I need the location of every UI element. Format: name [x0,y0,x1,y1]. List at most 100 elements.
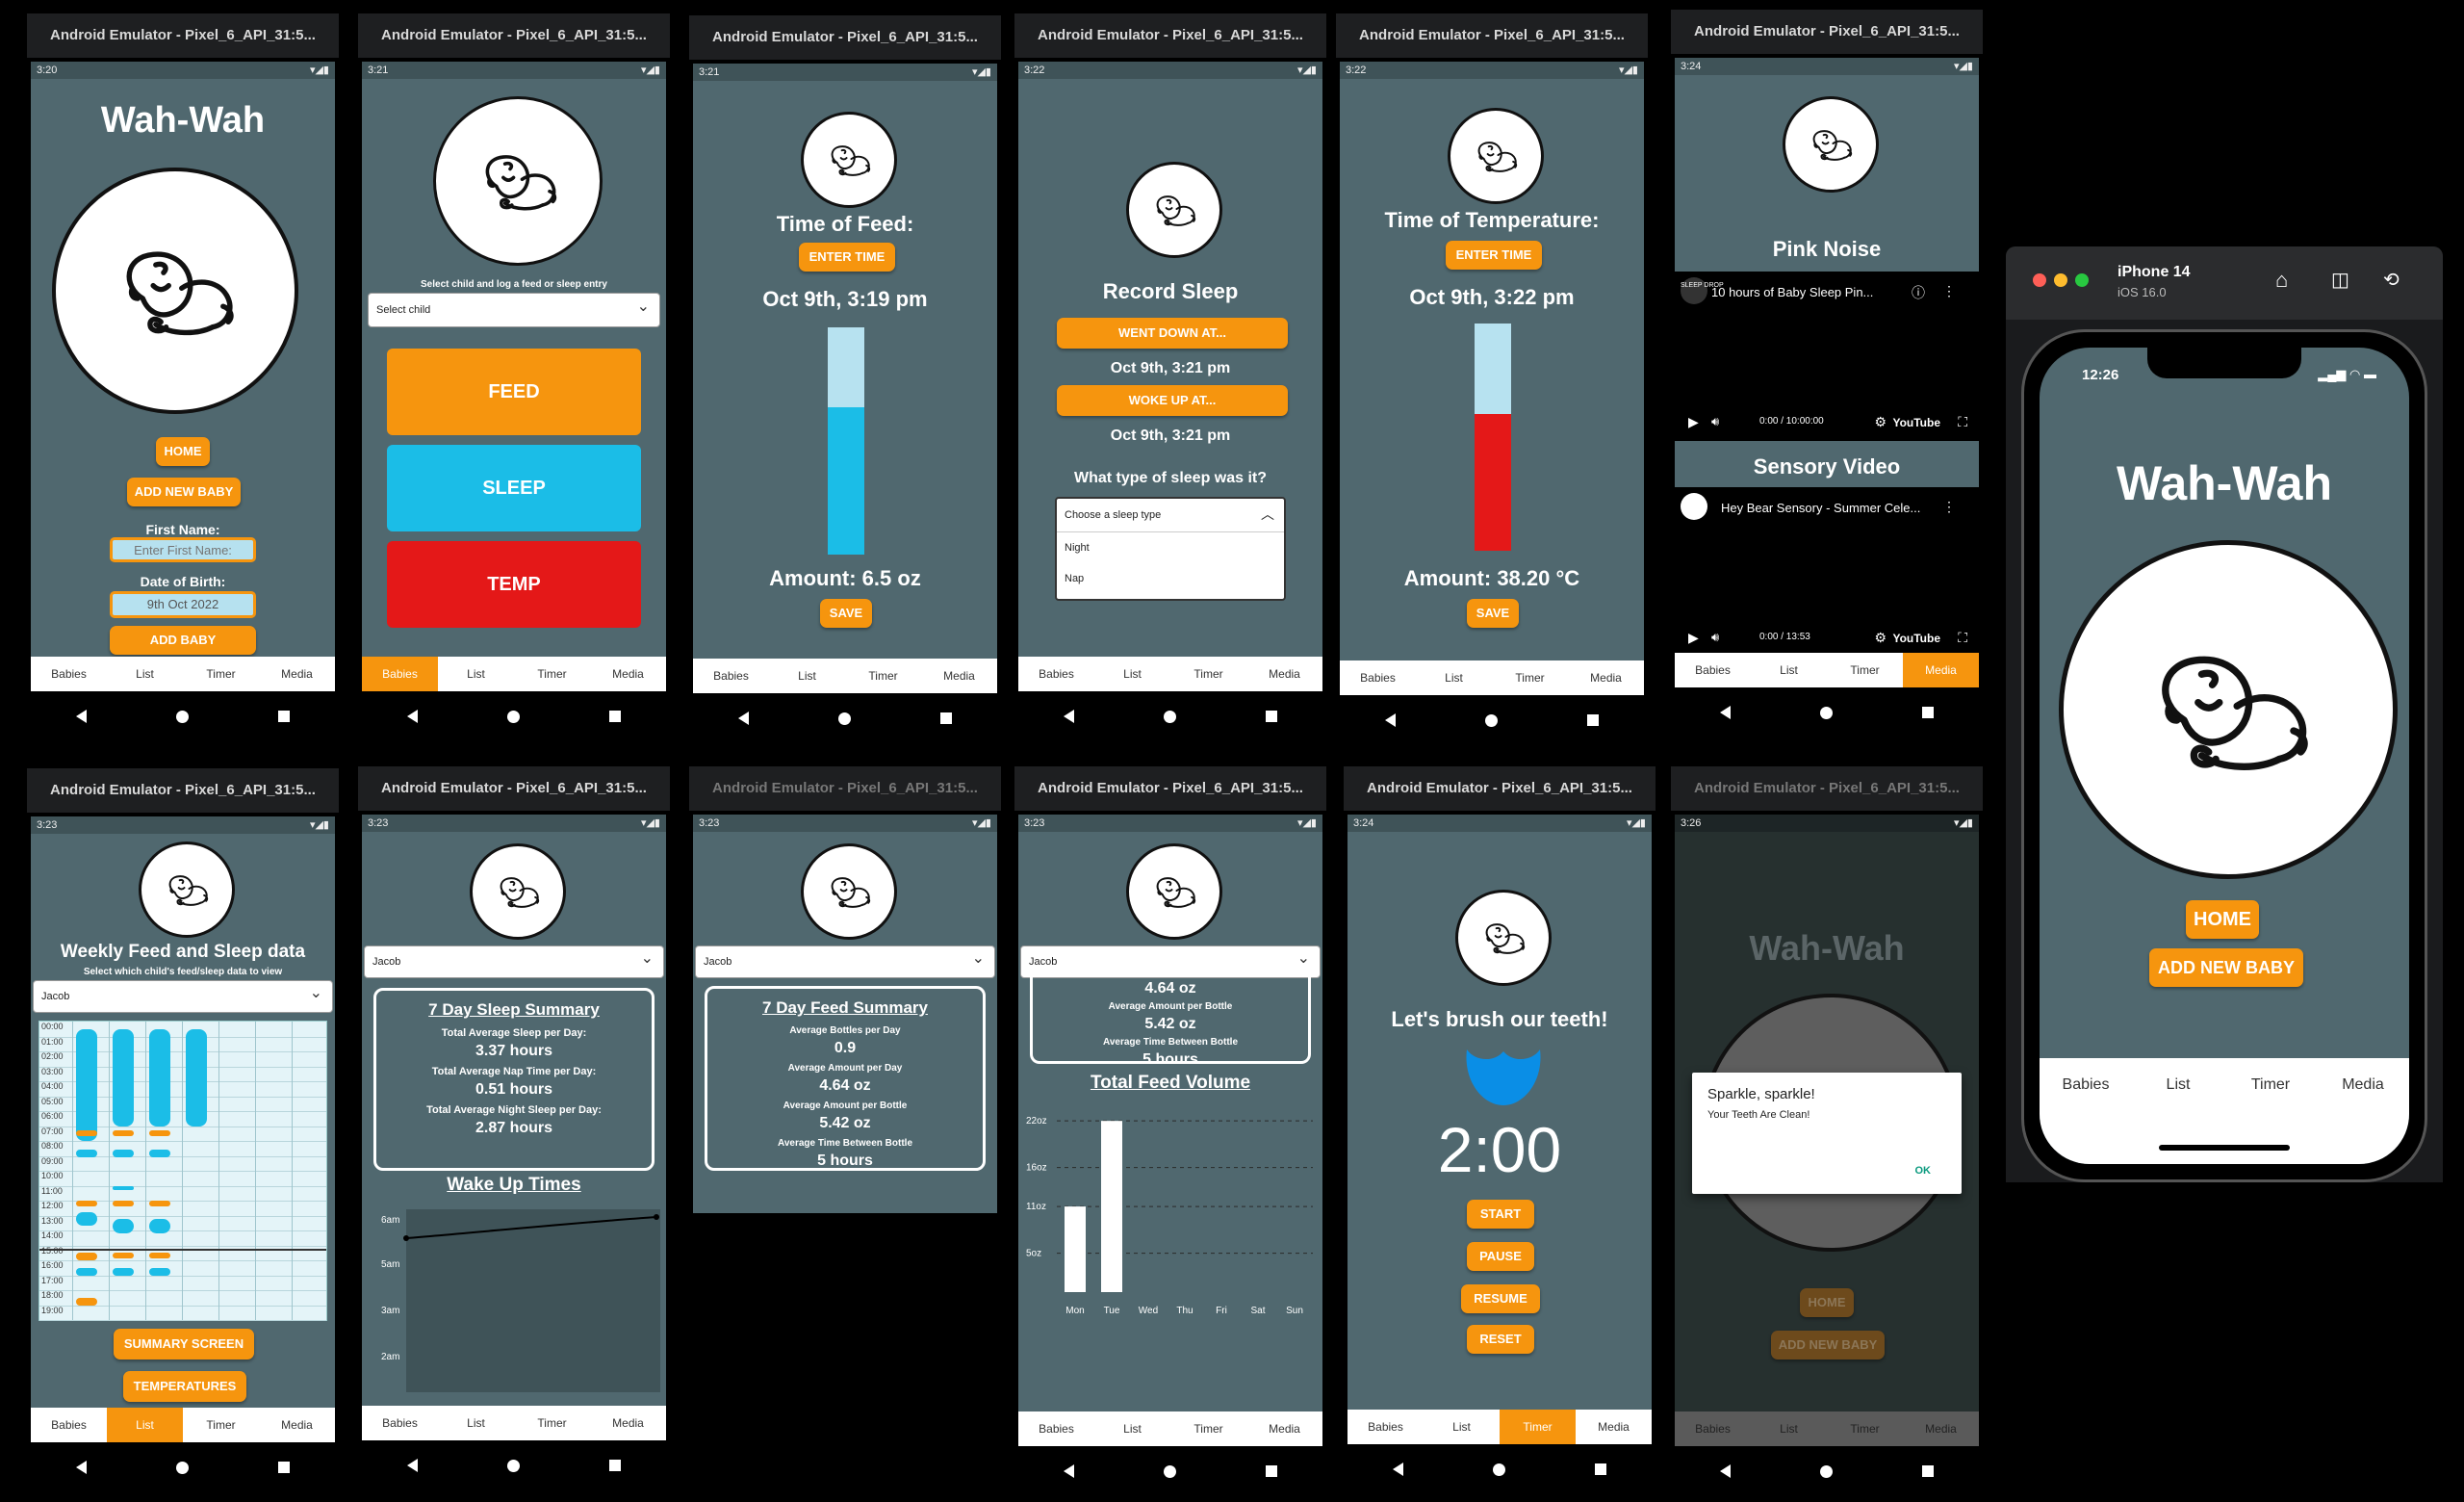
add-new-baby-button[interactable]: ADD NEW BABY [127,478,241,506]
tab-media[interactable]: Media [259,657,335,691]
video-player-1[interactable]: SLEEP DROP 10 hours of Baby Sleep Pin...… [1675,272,1979,441]
video-player-2[interactable]: Hey Bear Sensory - Summer Cele... ⋮ ▶ 🔊︎… [1675,487,1979,657]
child-select[interactable]: Select child [368,291,660,327]
video2-title[interactable]: Hey Bear Sensory - Summer Cele... [1721,501,1920,515]
back-icon[interactable] [1384,713,1396,727]
home-icon[interactable] [175,710,189,723]
play-icon[interactable]: ▶ [1688,414,1699,430]
add-new-baby-button[interactable]: ADD NEW BABY [2149,948,2303,987]
back-icon[interactable] [406,710,418,723]
back-icon[interactable] [1063,1464,1074,1478]
child-select[interactable]: Jacob [695,944,995,978]
enter-time-button[interactable]: ENTER TIME [799,243,895,272]
back-icon[interactable] [75,710,87,723]
recents-icon[interactable] [278,1462,291,1473]
volume-icon[interactable]: 🔊︎ [1711,414,1719,429]
home-icon[interactable] [1819,1464,1833,1478]
reset-button[interactable]: RESET [1467,1325,1534,1354]
tab-timer[interactable]: Timer [514,1406,590,1440]
volume-icon[interactable]: 🔊︎ [1711,630,1719,645]
recents-icon[interactable] [1595,1463,1607,1475]
tab-timer[interactable]: Timer [183,657,259,691]
tab-list[interactable]: List [2132,1058,2224,1112]
tab-timer[interactable]: Timer [183,1408,259,1442]
tab-babies[interactable]: Babies [1340,660,1416,695]
recents-icon[interactable] [609,1460,622,1471]
home-icon[interactable] [837,712,851,725]
home-icon[interactable] [1163,710,1176,723]
tab-babies[interactable]: Babies [1018,1411,1094,1446]
tab-babies[interactable]: Babies [693,659,769,693]
tab-media[interactable]: Media [1903,653,1979,687]
minimize-dot[interactable] [2054,273,2067,287]
temp-button[interactable]: TEMP [387,541,641,628]
tab-timer[interactable]: Timer [1170,657,1246,691]
tab-babies[interactable]: Babies [31,657,107,691]
recents-icon[interactable] [609,711,622,722]
youtube-logo[interactable]: YouTube [1892,416,1940,429]
tab-media[interactable]: Media [1568,660,1644,695]
home-icon[interactable] [175,1461,189,1474]
tab-media[interactable]: Media [259,1408,335,1442]
pause-button[interactable]: PAUSE [1467,1242,1534,1271]
play-icon[interactable]: ▶ [1688,630,1699,646]
fullscreen-icon[interactable]: ⛶ [1958,630,1967,646]
screenshot-icon[interactable]: ◫ [2331,268,2349,292]
rotate-icon[interactable]: ⟲ [2383,268,2400,292]
recents-icon[interactable] [1266,711,1278,722]
dob-input[interactable]: 9th Oct 2022 [110,591,256,618]
recents-icon[interactable] [1922,707,1935,718]
summary-screen-button[interactable]: SUMMARY SCREEN [114,1329,254,1360]
back-icon[interactable] [406,1459,418,1472]
feed-button[interactable]: FEED [387,349,641,435]
sleep-type-dropdown[interactable]: Choose a sleep type ︿ Night Nap [1055,497,1286,601]
video1-title[interactable]: 10 hours of Baby Sleep Pin... [1711,285,1873,299]
child-select[interactable]: Jacob [364,944,664,978]
youtube-logo[interactable]: YouTube [1892,632,1940,645]
tab-list[interactable]: List [1424,1410,1500,1444]
tab-media[interactable]: Media [1246,657,1322,691]
tab-babies[interactable]: Babies [362,1406,438,1440]
tab-list[interactable]: List [1094,657,1170,691]
recents-icon[interactable] [278,711,291,722]
tab-timer[interactable]: Timer [1492,660,1568,695]
home-icon[interactable] [1163,1464,1176,1478]
more-icon[interactable]: ⋮ [1942,283,1956,299]
sleep-type-placeholder[interactable]: Choose a sleep type [1057,499,1284,532]
tab-timer[interactable]: Timer [2224,1058,2317,1112]
tab-babies[interactable]: Babies [362,657,438,691]
dialog-ok-button[interactable]: OK [1915,1165,1932,1177]
back-icon[interactable] [1063,710,1074,723]
tab-timer[interactable]: Timer [845,659,921,693]
first-name-input[interactable] [110,537,256,562]
tab-babies[interactable]: Babies [31,1408,107,1442]
recents-icon[interactable] [1922,1465,1935,1477]
add-baby-button[interactable]: ADD BABY [110,626,256,655]
home-button[interactable]: HOME [156,437,210,466]
option-night[interactable]: Night [1057,532,1284,563]
zoom-dot[interactable] [2075,273,2089,287]
tab-list[interactable]: List [1751,653,1827,687]
recents-icon[interactable] [940,712,953,724]
tab-babies[interactable]: Babies [1675,653,1751,687]
went-down-button[interactable]: WENT DOWN AT... [1057,318,1288,349]
option-nap[interactable]: Nap [1057,563,1284,594]
tab-babies[interactable]: Babies [1018,657,1094,691]
tab-list[interactable]: List [1094,1411,1170,1446]
home-button[interactable]: HOME [2186,900,2259,939]
fullscreen-icon[interactable]: ⛶ [1958,414,1967,430]
tab-media[interactable]: Media [590,1406,666,1440]
tab-media[interactable]: Media [590,657,666,691]
tab-timer[interactable]: Timer [1500,1410,1576,1444]
tab-babies[interactable]: Babies [1348,1410,1424,1444]
close-dot[interactable] [2033,273,2046,287]
back-icon[interactable] [1719,1464,1731,1478]
home-icon[interactable] [1484,713,1498,727]
tab-list[interactable]: List [107,1408,183,1442]
tab-babies[interactable]: Babies [2040,1058,2132,1112]
tab-list[interactable]: List [107,657,183,691]
recents-icon[interactable] [1266,1465,1278,1477]
tab-media[interactable]: Media [2317,1058,2409,1112]
tab-media[interactable]: Media [1576,1410,1652,1444]
tab-timer[interactable]: Timer [1827,653,1903,687]
